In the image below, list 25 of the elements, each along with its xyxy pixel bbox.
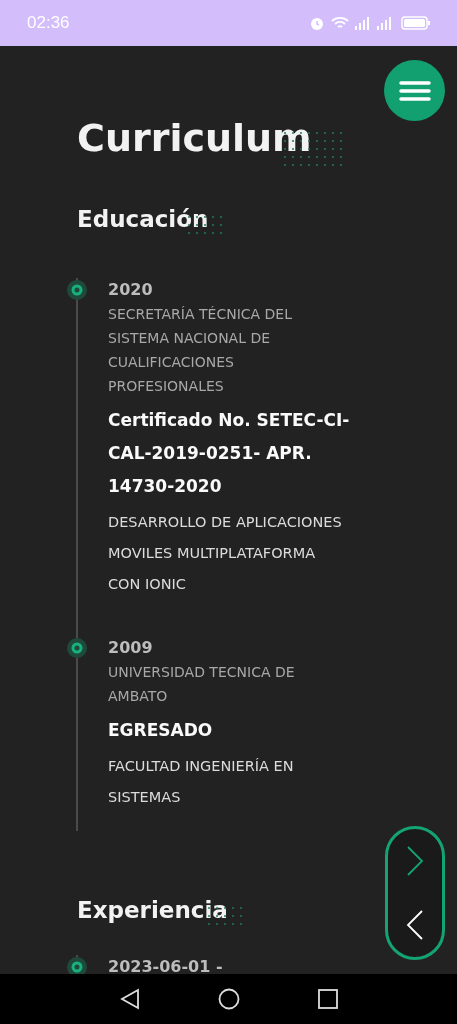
recents-button[interactable] [318, 989, 339, 1009]
page-title: Curriculum [77, 116, 312, 160]
chevron-right-icon [406, 846, 424, 876]
status-time: 02:36 [27, 13, 70, 33]
entry-institution: UNIVERSIDAD TECNICA DE AMBATO [108, 663, 296, 706]
back-button[interactable] [118, 988, 141, 1010]
entry-institution: SECRETARÍA TÉCNICA DEL SISTEMA NACIONAL DE CUALIFICACIONES PROFESIONALES [108, 305, 293, 396]
chevron-left-icon [406, 910, 424, 940]
entry-title: Certificado No. SETEC-CI-CAL-2019-0251- APR. 14730-2020 [108, 409, 351, 498]
section-heading: Educación [77, 204, 209, 234]
timeline-dot [67, 957, 87, 974]
entry-year: 2020 [108, 279, 153, 301]
timeline-dot [67, 280, 87, 300]
home-button[interactable] [218, 988, 241, 1010]
entry-year: 2023-06-01 - [108, 956, 223, 974]
entry-year: 2009 [108, 637, 153, 659]
entry-description: FACULTAD INGENIERÍA EN SISTEMAS [108, 757, 295, 807]
menu-icon [398, 80, 431, 101]
alarm-icon [309, 15, 325, 31]
battery-icon [401, 16, 431, 30]
section-heading: Experiencia [77, 895, 228, 925]
entry-title: EGRESADO [108, 719, 214, 742]
entry-description: DESARROLLO DE APLICACIONES MOVILES MULTIPLATAFORMA CON IONIC [108, 513, 343, 594]
wifi-icon [331, 16, 349, 30]
timeline-dot [67, 638, 87, 658]
